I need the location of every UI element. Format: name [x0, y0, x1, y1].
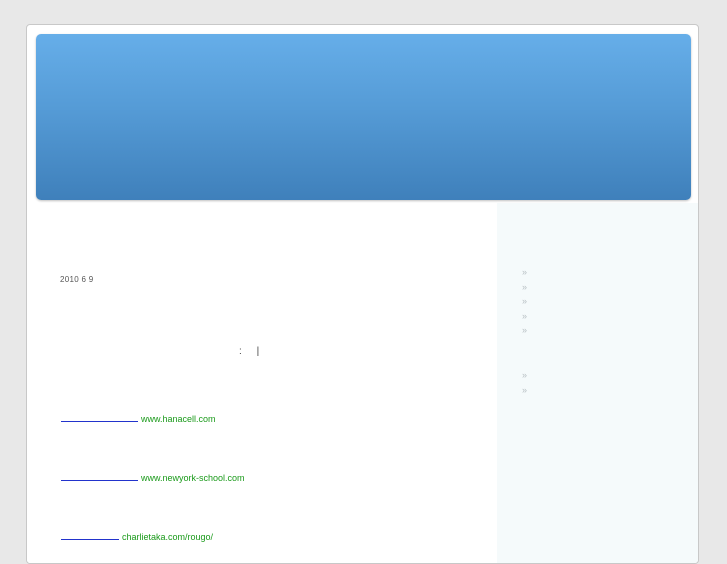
- sidebar-item[interactable]: »: [522, 294, 527, 309]
- sidebar-item[interactable]: »: [522, 309, 527, 324]
- link-newyork-school-url[interactable]: www.newyork-school.com: [141, 473, 245, 483]
- sidebar-list-1: » » » » »: [522, 265, 527, 338]
- sidebar-item[interactable]: »: [522, 368, 527, 383]
- link-charlietaka-url[interactable]: charlietaka.com/rougo/: [122, 532, 213, 542]
- meta-separator: |: [256, 346, 260, 357]
- sidebar-list-2: » »: [522, 368, 527, 397]
- meta-colon: :: [239, 346, 242, 357]
- link-row-2: www.newyork-school.com: [61, 471, 245, 483]
- sidebar: » » » » » » »: [497, 203, 698, 563]
- link-charlietaka-anchor[interactable]: [61, 530, 119, 540]
- link-hanacell-anchor[interactable]: [61, 412, 138, 422]
- main-content: 2010 6 9 : | www.hanacell.com www.newyor…: [27, 203, 497, 563]
- link-row-3: charlietaka.com/rougo/: [61, 530, 213, 542]
- sidebar-item[interactable]: »: [522, 383, 527, 398]
- header-banner: [36, 34, 691, 200]
- sidebar-item[interactable]: »: [522, 265, 527, 280]
- sidebar-item[interactable]: »: [522, 323, 527, 338]
- page-container: 2010 6 9 : | www.hanacell.com www.newyor…: [26, 24, 699, 564]
- link-newyork-school-anchor[interactable]: [61, 471, 138, 481]
- sidebar-item[interactable]: »: [522, 280, 527, 295]
- post-date: 2010 6 9: [60, 275, 94, 284]
- post-meta: : |: [239, 346, 259, 357]
- link-hanacell-url[interactable]: www.hanacell.com: [141, 414, 216, 424]
- link-row-1: www.hanacell.com: [61, 412, 216, 424]
